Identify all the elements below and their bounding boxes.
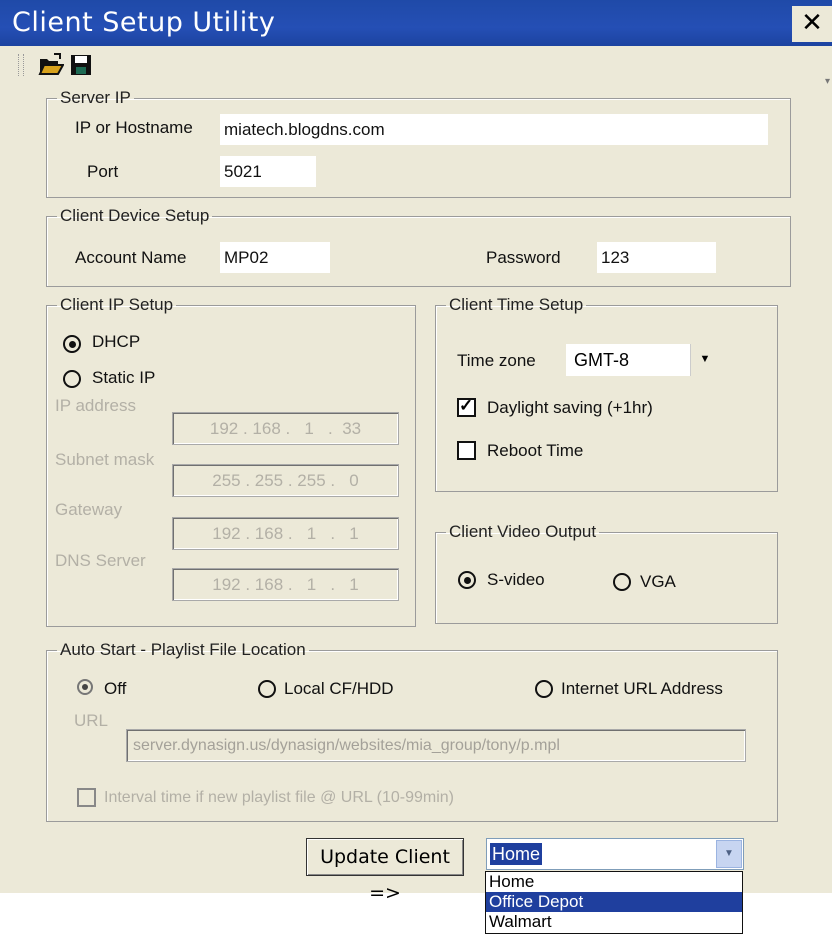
subnet-mask-label: Subnet mask (55, 450, 155, 469)
save-disk-icon[interactable] (68, 52, 94, 78)
dhcp-label: DHCP (92, 332, 141, 351)
auto-start-legend: Auto Start - Playlist File Location (60, 640, 306, 659)
server-ip-legend: Server IP (60, 88, 131, 107)
open-folder-icon[interactable] (38, 52, 65, 78)
dropdown-option-office-depot[interactable]: Office Depot (486, 892, 742, 912)
reboot-time-checkbox[interactable] (457, 441, 476, 460)
password-input[interactable]: 123 (597, 242, 716, 273)
toolbar-grip[interactable] (18, 54, 24, 76)
toolbar: ▾ (0, 46, 832, 87)
dropdown-option-home[interactable]: Home (486, 872, 742, 892)
off-label: Off (104, 679, 127, 698)
gateway-label: Gateway (55, 500, 123, 519)
interval-checkbox[interactable] (77, 788, 96, 807)
daylight-saving-label: Daylight saving (+1hr) (487, 398, 653, 417)
vga-label: VGA (640, 572, 676, 591)
ip-address-label: IP address (55, 396, 136, 415)
client-profile-dropdown: Home Office Depot Walmart (485, 871, 743, 934)
client-time-legend: Client Time Setup (449, 295, 584, 314)
dropdown-option-walmart[interactable]: Walmart (486, 912, 742, 932)
dhcp-radio[interactable] (63, 335, 81, 353)
vga-radio[interactable] (613, 573, 631, 591)
subnet-mask-field[interactable]: 255 . 255 . 255 . 0 (172, 464, 399, 497)
client-setup-window: Client Setup Utility ✕ ▾ Server IP IP or… (0, 0, 832, 904)
client-time-group: Client Time Setup (435, 295, 778, 492)
time-zone-select[interactable]: GMT-8 ▼ (566, 344, 719, 376)
port-label: Port (87, 162, 119, 181)
hostname-label: IP or Hostname (75, 118, 193, 137)
client-video-legend: Client Video Output (449, 522, 597, 541)
client-device-legend: Client Device Setup (60, 206, 210, 225)
port-input[interactable]: 5021 (220, 156, 316, 187)
client-ip-legend: Client IP Setup (60, 295, 174, 314)
combo-selected-value: Home (490, 843, 543, 865)
off-radio[interactable] (77, 679, 93, 695)
ip-address-field[interactable]: 192 . 168 . 1 . 33 (172, 412, 399, 445)
local-cf-hdd-label: Local CF/HDD (284, 679, 394, 698)
title-bar: Client Setup Utility ✕ (0, 0, 832, 46)
password-label: Password (486, 248, 561, 267)
toolbar-overflow-icon[interactable]: ▾ (825, 76, 830, 87)
svideo-radio[interactable] (458, 571, 476, 589)
svideo-label: S-video (487, 570, 545, 589)
update-client-button[interactable]: Update Client => (306, 838, 464, 904)
reboot-time-label: Reboot Time (487, 441, 584, 460)
checkmark-icon: ✓ (459, 396, 474, 415)
url-input[interactable]: server.dynasign.us/dynasign/websites/mia… (126, 729, 746, 762)
static-ip-radio[interactable] (63, 370, 81, 388)
url-label: URL (74, 711, 109, 730)
window-title: Client Setup Utility (12, 7, 276, 38)
time-zone-value: GMT-8 (574, 350, 630, 370)
internet-url-label: Internet URL Address (561, 679, 723, 698)
dns-server-label: DNS Server (55, 551, 146, 570)
dns-server-field[interactable]: 192 . 168 . 1 . 1 (172, 568, 399, 601)
local-cf-hdd-radio[interactable] (258, 680, 276, 698)
internet-url-radio[interactable] (535, 680, 553, 698)
time-zone-label: Time zone (457, 351, 536, 370)
static-ip-label: Static IP (92, 368, 156, 387)
chevron-down-icon[interactable]: ▼ (690, 344, 719, 376)
gateway-field[interactable]: 192 . 168 . 1 . 1 (172, 517, 399, 550)
close-button[interactable]: ✕ (792, 6, 832, 42)
daylight-saving-checkbox[interactable]: ✓ (457, 396, 476, 417)
account-name-label: Account Name (75, 248, 187, 267)
client-profile-combo[interactable]: Home ▼ (486, 838, 744, 870)
hostname-input[interactable]: miatech.blogdns.com (220, 114, 768, 145)
chevron-down-icon[interactable]: ▼ (716, 840, 742, 868)
interval-label: Interval time if new playlist file @ URL… (104, 789, 454, 806)
account-name-input[interactable]: MP02 (220, 242, 330, 273)
